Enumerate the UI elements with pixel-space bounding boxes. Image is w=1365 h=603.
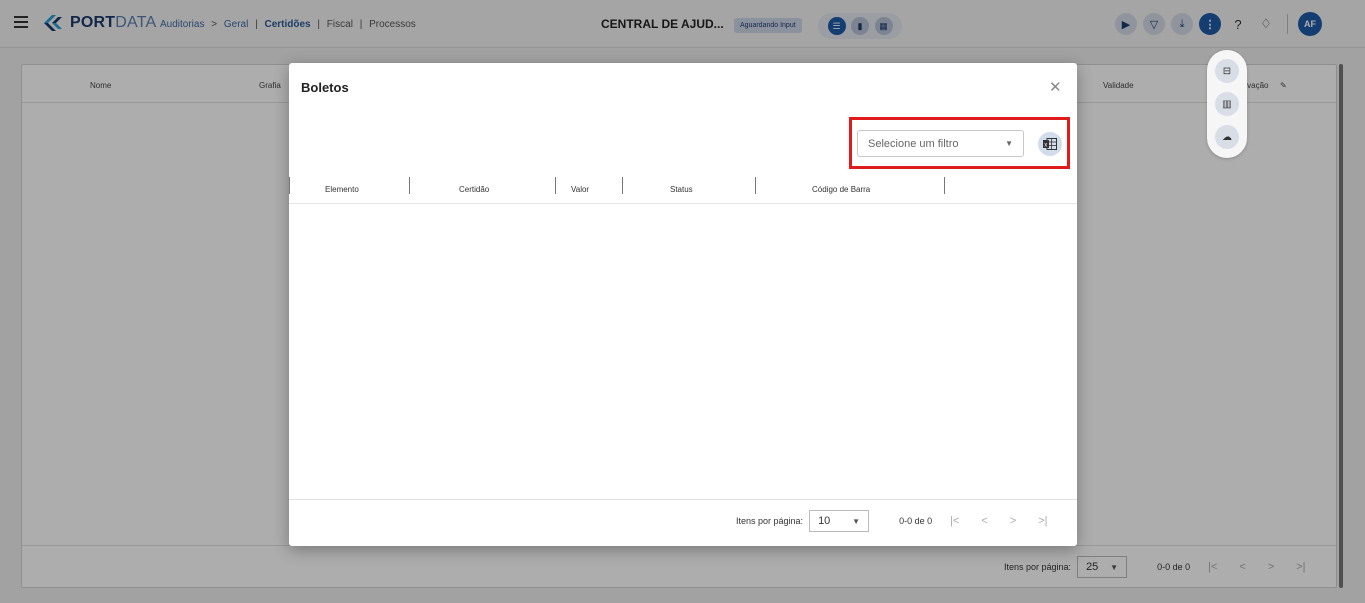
column-divider: [409, 177, 410, 194]
column-remove-icon[interactable]: ⊟: [1215, 59, 1239, 83]
pagination-nav: |< < > >|: [950, 515, 1047, 527]
page-size-value: 10: [818, 515, 831, 527]
column-header-codigo-de-barra[interactable]: Código de Barra: [812, 185, 870, 194]
cloud-upload-icon[interactable]: ☁: [1215, 125, 1239, 149]
column-divider: [622, 177, 623, 194]
column-divider: [555, 177, 556, 194]
range-label: 0-0 de 0: [899, 516, 933, 526]
barcode-icon[interactable]: ▥: [1215, 92, 1239, 116]
dialog-paginator: Itens por página: 10 ▼ 0-0 de 0 |< < > >…: [736, 510, 1048, 532]
excel-export-icon[interactable]: x: [1038, 132, 1062, 156]
last-page-icon[interactable]: >|: [1038, 515, 1047, 527]
column-header-elemento[interactable]: Elemento: [325, 185, 359, 194]
column-divider: [289, 177, 290, 194]
dialog-title: Boletos: [301, 80, 349, 95]
column-header-status[interactable]: Status: [670, 185, 693, 194]
column-divider: [755, 177, 756, 194]
svg-text:x: x: [1044, 143, 1047, 149]
column-header-valor[interactable]: Valor: [571, 185, 589, 194]
prev-page-icon[interactable]: <: [981, 515, 987, 527]
boletos-dialog: Boletos ✕ Selecione um filtro ▼ x Elemen…: [289, 63, 1077, 546]
close-icon[interactable]: ✕: [1049, 78, 1062, 96]
chevron-down-icon: ▼: [852, 516, 861, 526]
filter-placeholder: Selecione um filtro: [868, 137, 959, 150]
first-page-icon[interactable]: |<: [950, 515, 959, 527]
column-divider: [944, 177, 945, 194]
items-per-page-label: Itens por página:: [736, 516, 804, 526]
filter-select[interactable]: Selecione um filtro ▼: [857, 130, 1024, 157]
dialog-footer: Itens por página: 10 ▼ 0-0 de 0 |< < > >…: [289, 499, 1077, 546]
floating-actions-menu: ⊟ ▥ ☁: [1207, 50, 1247, 158]
chevron-down-icon: ▼: [1005, 139, 1013, 148]
column-header-certidao[interactable]: Certidão: [459, 185, 489, 194]
dialog-table-header: Elemento Certidão Valor Status Código de…: [289, 174, 1077, 204]
page-size-select[interactable]: 10 ▼: [809, 510, 870, 532]
next-page-icon[interactable]: >: [1010, 515, 1016, 527]
